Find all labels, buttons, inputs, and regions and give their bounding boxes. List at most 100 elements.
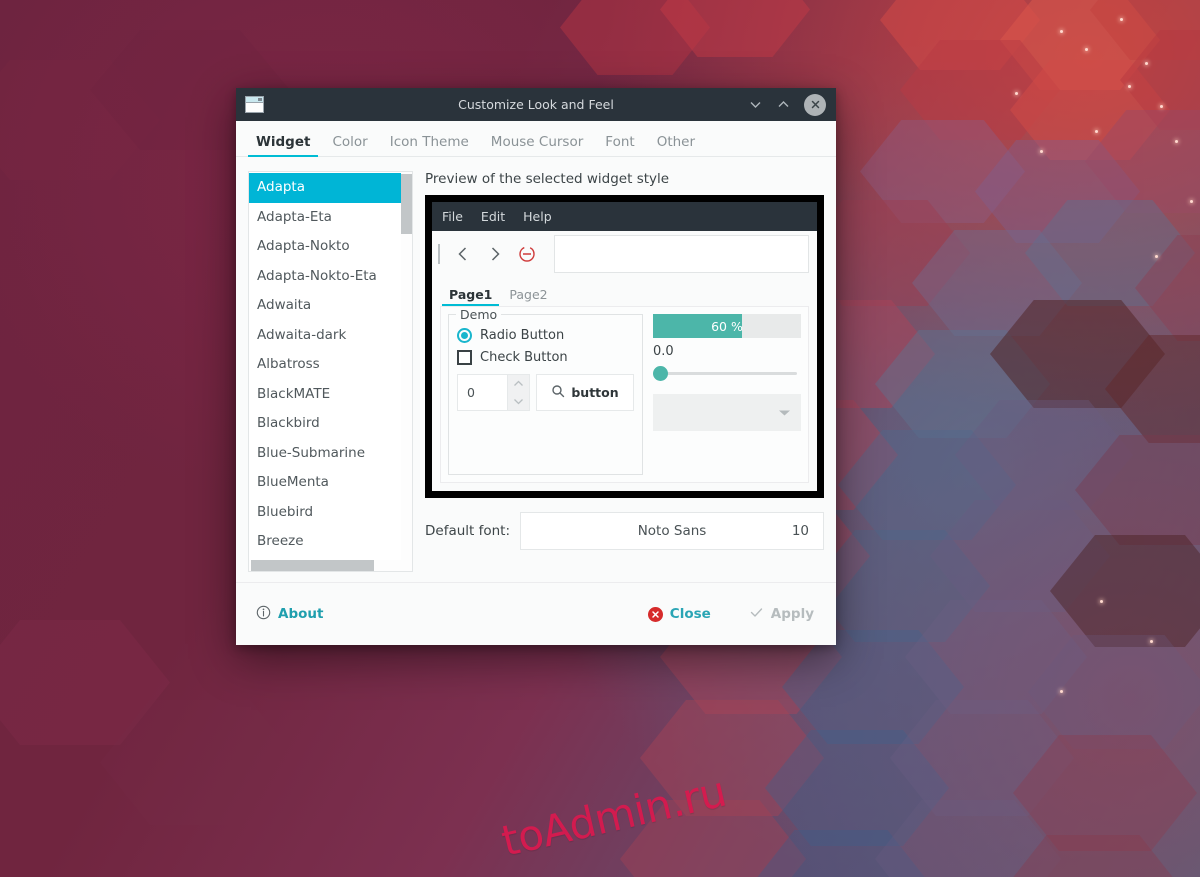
tab-mouse-cursor[interactable]: Mouse Cursor <box>483 135 591 157</box>
close-button[interactable]: Close <box>647 606 711 622</box>
theme-list-item[interactable]: Adapta-Nokto-Eta <box>249 262 401 292</box>
tab-font[interactable]: Font <box>597 135 642 157</box>
about-button[interactable]: About <box>256 605 323 624</box>
preview-tab-page1[interactable]: Page1 <box>442 288 500 307</box>
close-circle-icon <box>647 606 663 622</box>
wallpaper-sparkle <box>1060 690 1063 693</box>
spinner-value[interactable]: 0 <box>458 375 507 410</box>
window-titlebar[interactable]: Customize Look and Feel <box>236 88 836 121</box>
radio-button-row[interactable]: Radio Button <box>457 328 634 343</box>
slider-value-label: 0.0 <box>653 344 674 359</box>
slider-track[interactable] <box>661 372 797 375</box>
theme-list-item[interactable]: Breeze <box>249 527 401 557</box>
preview-text-entry[interactable] <box>554 234 809 273</box>
theme-list-item[interactable]: Adwaita <box>249 291 401 321</box>
radio-dot <box>461 332 468 339</box>
preview-tab-page2[interactable]: Page2 <box>502 288 554 307</box>
default-font-name: Noto Sans <box>637 523 707 539</box>
wallpaper-sparkle <box>1150 640 1153 643</box>
wallpaper-sparkle <box>1120 18 1123 21</box>
scrollbar-thumb[interactable] <box>251 560 374 571</box>
quantity-stepper[interactable]: 0 <box>457 374 530 411</box>
widget-preview: File Edit Help Page1 Page2 Demo Radio Bu… <box>432 202 817 491</box>
preview-menu-edit[interactable]: Edit <box>481 209 505 224</box>
tab-other[interactable]: Other <box>649 135 703 157</box>
wallpaper-sparkle <box>1060 30 1063 33</box>
tab-widget[interactable]: Widget <box>248 135 319 157</box>
theme-list-item[interactable]: BlackMATE <box>249 380 401 410</box>
theme-list[interactable]: Adapta Adapta-Eta Adapta-Nokto Adapta-No… <box>249 172 401 560</box>
theme-list-item[interactable]: Blue-Submarine <box>249 439 401 469</box>
wallpaper-sparkle <box>1040 150 1043 153</box>
widget-preview-frame: File Edit Help Page1 Page2 Demo Radio Bu… <box>425 195 824 498</box>
stop-icon[interactable] <box>516 243 538 265</box>
chevron-down-icon <box>779 410 790 415</box>
theme-list-item[interactable]: Albatross <box>249 350 401 380</box>
apply-button-label: Apply <box>770 606 814 622</box>
theme-list-item[interactable]: BlueMenta <box>249 468 401 498</box>
theme-list-panel: Adapta Adapta-Eta Adapta-Nokto Adapta-No… <box>248 171 413 572</box>
wallpaper-sparkle <box>1175 140 1178 143</box>
spinner-down-icon <box>514 398 523 405</box>
demo-groupbox: Demo Radio Button Check Button 0 button <box>448 307 643 475</box>
theme-list-item[interactable]: Blackbird <box>249 409 401 439</box>
window-icon <box>245 96 264 113</box>
tab-content-widget: Adapta Adapta-Eta Adapta-Nokto Adapta-No… <box>236 157 836 582</box>
theme-list-horizontal-scrollbar[interactable] <box>249 560 412 571</box>
customize-look-and-feel-window: Customize Look and Feel Widget Color Ico… <box>236 88 836 645</box>
tab-icon-theme[interactable]: Icon Theme <box>382 135 477 157</box>
apply-button[interactable]: Apply <box>749 605 814 624</box>
wallpaper-sparkle <box>1160 105 1163 108</box>
toolbar-drag-handle[interactable] <box>438 243 440 264</box>
preview-right-widgets: 60 % 0.0 <box>653 314 801 475</box>
radio-button-icon[interactable] <box>457 328 472 343</box>
spinner-and-button-row: 0 button <box>457 374 634 411</box>
default-font-size: 10 <box>791 523 809 539</box>
default-font-row: Default font: Noto Sans 10 <box>425 512 824 550</box>
close-icon[interactable] <box>804 93 826 116</box>
main-tabbar: Widget Color Icon Theme Mouse Cursor Fon… <box>236 121 836 157</box>
preview-column: Preview of the selected widget style Fil… <box>425 171 824 572</box>
spinner-arrows[interactable] <box>507 375 529 410</box>
theme-list-item[interactable]: Adwaita-dark <box>249 321 401 351</box>
close-button-label: Close <box>669 606 711 622</box>
wallpaper-sparkle <box>1190 200 1193 203</box>
preview-combobox[interactable] <box>653 394 801 431</box>
back-icon[interactable] <box>452 243 474 265</box>
scrollbar-thumb[interactable] <box>401 174 412 234</box>
wallpaper-sparkle <box>1085 48 1088 51</box>
preview-menu-help[interactable]: Help <box>523 209 552 224</box>
radio-button-label: Radio Button <box>480 328 565 343</box>
maximize-icon[interactable] <box>776 97 791 112</box>
theme-list-item[interactable]: Bluebird <box>249 498 401 528</box>
demo-button[interactable]: button <box>536 374 634 411</box>
slider-handle[interactable] <box>653 366 668 381</box>
about-button-label: About <box>278 606 324 622</box>
wallpaper-sparkle <box>1155 255 1158 258</box>
checkbox-icon[interactable] <box>457 350 472 365</box>
theme-list-vertical-scrollbar[interactable] <box>401 172 412 560</box>
check-button-label: Check Button <box>480 350 568 365</box>
slider[interactable] <box>653 362 801 384</box>
wallpaper-sparkle <box>1095 130 1098 133</box>
check-icon <box>749 605 764 624</box>
theme-list-item[interactable]: Adapta <box>249 173 401 203</box>
theme-list-item[interactable]: Adapta-Nokto <box>249 232 401 262</box>
wallpaper-sparkle <box>1100 600 1103 603</box>
wallpaper-sparkle <box>1015 92 1018 95</box>
progress-bar: 60 % <box>653 314 801 338</box>
tab-color[interactable]: Color <box>324 135 375 157</box>
theme-list-item[interactable]: Adapta-Eta <box>249 203 401 233</box>
window-title: Customize Look and Feel <box>458 97 614 112</box>
default-font-label: Default font: <box>425 523 511 539</box>
default-font-button[interactable]: Noto Sans 10 <box>520 512 824 550</box>
preview-menu-file[interactable]: File <box>442 209 463 224</box>
forward-icon[interactable] <box>484 243 506 265</box>
demo-button-label: button <box>571 385 619 400</box>
check-button-row[interactable]: Check Button <box>457 350 634 365</box>
wallpaper-sparkle <box>1128 85 1131 88</box>
preview-page-content: Demo Radio Button Check Button 0 button … <box>440 306 809 483</box>
minimize-icon[interactable] <box>748 97 763 112</box>
spinner-up-icon <box>514 380 523 387</box>
preview-heading: Preview of the selected widget style <box>425 171 670 187</box>
